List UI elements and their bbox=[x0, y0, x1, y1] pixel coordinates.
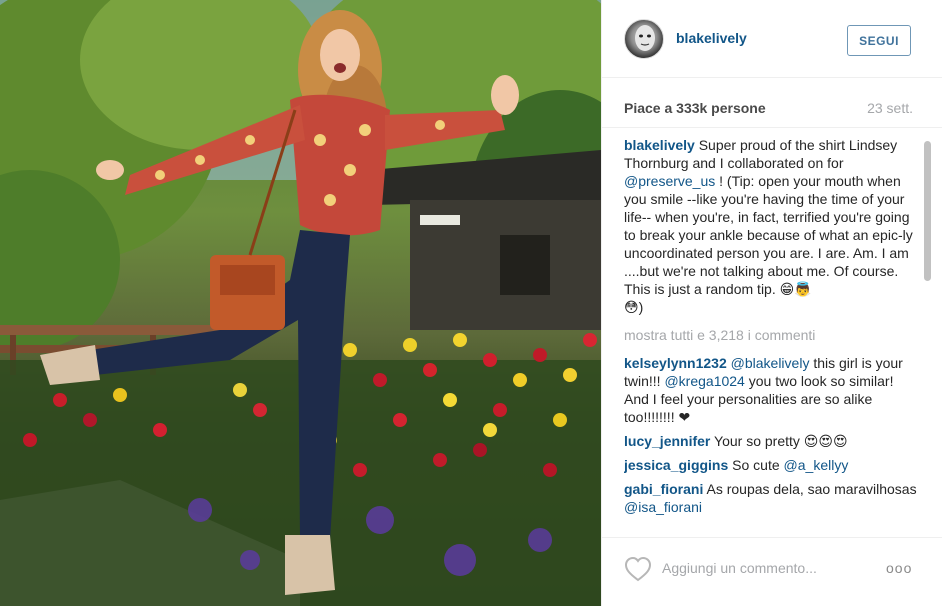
show-all-comments-link[interactable]: mostra tutti e 3,218 i commenti bbox=[624, 326, 920, 344]
caption-text-part2: ! (Tip: open your mouth when you smile -… bbox=[624, 173, 913, 297]
post-stats: Piace a 333k persone 23 sett. bbox=[602, 78, 942, 128]
comments-scrollbar[interactable] bbox=[920, 136, 934, 536]
post-photo[interactable] bbox=[0, 0, 601, 606]
comment-username[interactable]: jessica_giggins bbox=[624, 457, 728, 473]
caption-mention[interactable]: @preserve_us bbox=[624, 173, 715, 189]
comment-item: kelseylynn1232 @blakelively this girl is… bbox=[624, 354, 920, 426]
comment-text: Your so pretty 😍😍😍 bbox=[710, 433, 848, 449]
comment-input[interactable] bbox=[662, 552, 862, 584]
post-detail-panel: blakelively SEGUI Piace a 333k persone 2… bbox=[601, 0, 942, 606]
comment-username[interactable]: gabi_fiorani bbox=[624, 481, 703, 497]
comment-mention[interactable]: @blakelively bbox=[731, 355, 810, 371]
comment-item: lucy_jennifer Your so pretty 😍😍😍 bbox=[624, 432, 920, 450]
post-caption: blakelively Super proud of the shirt Lin… bbox=[624, 136, 920, 316]
caption-username[interactable]: blakelively bbox=[624, 137, 695, 153]
comment-mention[interactable]: @krega1024 bbox=[664, 373, 744, 389]
post-header: blakelively SEGUI bbox=[602, 0, 942, 78]
comment-mention[interactable]: @a_kellyy bbox=[784, 457, 849, 473]
photo-illustration bbox=[0, 0, 601, 606]
more-options-icon[interactable]: ooo bbox=[886, 560, 912, 576]
heart-outline-icon[interactable] bbox=[624, 556, 652, 582]
post-username[interactable]: blakelively bbox=[676, 30, 747, 46]
post-footer: ooo bbox=[602, 537, 942, 606]
comments-list: blakelively Super proud of the shirt Lin… bbox=[624, 136, 920, 536]
comment-item: jessica_giggins So cute @a_kellyy bbox=[624, 456, 920, 474]
comment-username[interactable]: lucy_jennifer bbox=[624, 433, 710, 449]
comment-username[interactable]: kelseylynn1232 bbox=[624, 355, 727, 371]
comment-text: As roupas dela, sao maravilhosas bbox=[703, 481, 917, 497]
comment-text: So cute bbox=[728, 457, 784, 473]
avatar-portrait-icon bbox=[635, 25, 655, 51]
comment-mention[interactable]: @isa_fiorani bbox=[624, 499, 702, 515]
avatar[interactable] bbox=[624, 19, 664, 59]
comment-item: gabi_fiorani As roupas dela, sao maravil… bbox=[624, 480, 920, 516]
caption-text-part3: 😳) bbox=[624, 299, 644, 315]
post-date[interactable]: 23 sett. bbox=[867, 100, 913, 116]
likes-count[interactable]: Piace a 333k persone bbox=[624, 100, 766, 116]
scrollbar-thumb[interactable] bbox=[924, 141, 931, 281]
follow-button[interactable]: SEGUI bbox=[847, 25, 911, 56]
